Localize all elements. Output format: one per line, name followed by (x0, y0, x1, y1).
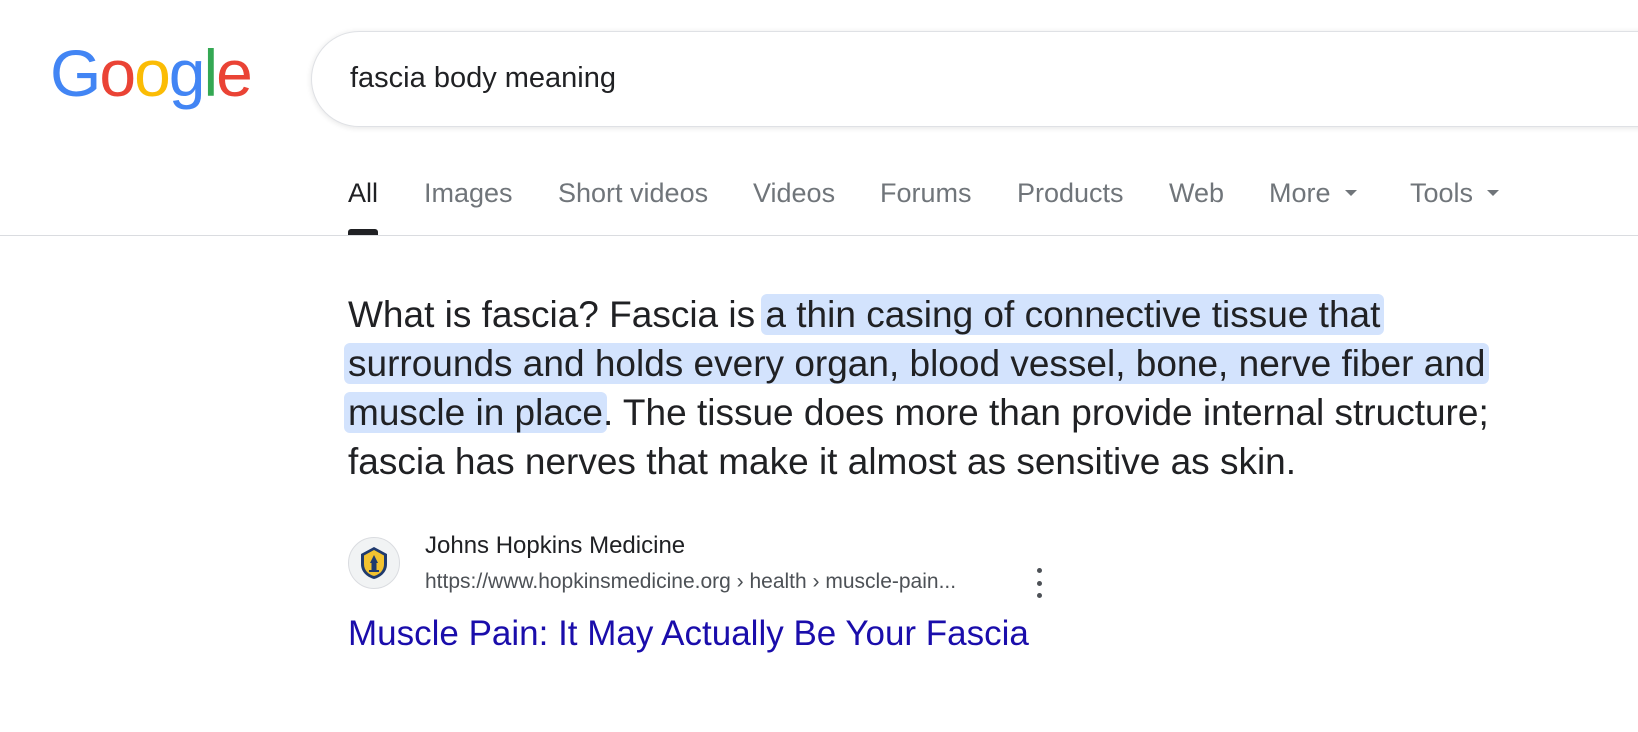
johns-hopkins-shield-icon (361, 547, 387, 579)
logo-letter: o (99, 36, 136, 110)
tools-button[interactable]: Tools (1410, 178, 1500, 209)
site-name[interactable]: Johns Hopkins Medicine (425, 532, 685, 560)
tab-label: Videos (753, 178, 836, 208)
tab-label: Images (424, 178, 513, 208)
featured-snippet: What is fascia? Fascia is a thin casing … (344, 290, 1548, 486)
caret-down-icon (1344, 189, 1357, 196)
tab-more[interactable]: More (1269, 178, 1357, 209)
tab-short-videos[interactable]: Short videos (558, 178, 708, 209)
tab-label: Products (1017, 178, 1124, 208)
logo-letter: g (168, 36, 206, 110)
tab-videos[interactable]: Videos (753, 178, 835, 209)
tab-images[interactable]: Images (424, 178, 513, 209)
tab-label: Forums (880, 178, 972, 208)
more-options-icon[interactable] (1031, 568, 1047, 598)
tab-label: Short videos (558, 178, 709, 208)
snippet-prefix: What is fascia? Fascia is (348, 294, 766, 335)
logo-letter: o (134, 36, 171, 110)
search-input[interactable]: fascia body meaning (350, 62, 616, 95)
tab-label: More (1269, 178, 1331, 208)
google-logo[interactable]: Google (50, 36, 253, 110)
search-tabs: All Images Short videos Videos Forums Pr… (348, 178, 1638, 236)
tab-label: Web (1169, 178, 1225, 208)
tab-all[interactable]: All (348, 178, 379, 235)
tab-label: Tools (1410, 178, 1474, 208)
tab-products[interactable]: Products (1017, 178, 1124, 209)
logo-letter: l (203, 36, 219, 110)
site-url[interactable]: https://www.hopkinsmedicine.org › health… (425, 570, 956, 594)
search-box[interactable]: fascia body meaning (311, 31, 1638, 127)
caret-down-icon (1487, 189, 1500, 196)
tab-web[interactable]: Web (1169, 178, 1224, 209)
tab-forums[interactable]: Forums (880, 178, 972, 209)
tab-label: All (348, 178, 379, 208)
header-divider (0, 235, 1638, 236)
logo-letter: e (216, 36, 253, 110)
site-favicon[interactable] (348, 537, 400, 589)
result-title-link[interactable]: Muscle Pain: It May Actually Be Your Fas… (348, 614, 1029, 654)
logo-letter: G (50, 36, 101, 110)
